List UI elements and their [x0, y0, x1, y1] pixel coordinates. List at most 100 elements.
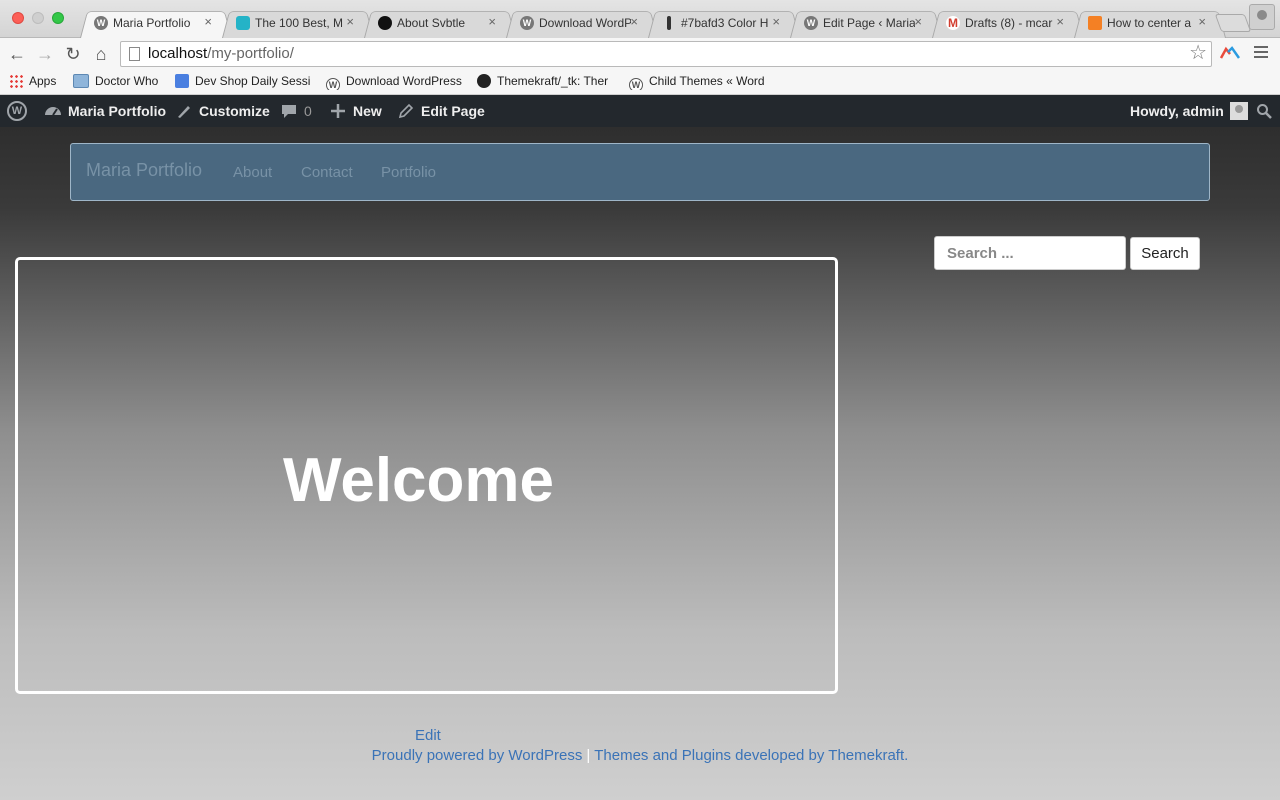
search-button[interactable]: Search [1130, 237, 1200, 270]
profile-button[interactable] [1249, 4, 1275, 30]
wp-admin-bar: W Maria Portfolio Customize 0 New Edit P… [0, 95, 1280, 127]
folder-icon [73, 74, 89, 88]
adminbar-customize[interactable]: Customize [175, 95, 270, 127]
bookmark-label: Download WordPress [346, 74, 462, 88]
browser-toolbar: ← → ↻ ⌂ localhost/my-portfolio/ ☆ [0, 38, 1280, 70]
adminbar-site-name[interactable]: Maria Portfolio [44, 95, 166, 127]
howdy-label: Howdy, admin [1130, 103, 1224, 119]
browser-tab-strip: W Maria Portfolio × The 100 Best, M × Ab… [0, 0, 1280, 38]
page-content: Maria Portfolio About Contact Portfolio … [0, 127, 1280, 800]
close-tab-icon[interactable]: × [914, 14, 922, 29]
browser-tab[interactable]: #7bafd3 Color H × [648, 8, 800, 38]
bookmark-item[interactable]: Themekraft/_tk: Ther [477, 74, 611, 90]
address-bar[interactable]: localhost/my-portfolio/ ☆ [120, 41, 1212, 67]
tab-title: About Svbtle [397, 16, 466, 30]
site-navbar: Maria Portfolio About Contact Portfolio [70, 143, 1210, 201]
close-tab-icon[interactable]: × [630, 14, 638, 29]
nav-link-portfolio[interactable]: Portfolio [381, 164, 436, 181]
adminbar-new[interactable]: New [329, 95, 382, 127]
close-tab-icon[interactable]: × [204, 14, 212, 29]
minimize-window-button[interactable] [32, 12, 44, 24]
bookmark-star-icon[interactable]: ☆ [1189, 41, 1207, 65]
apps-grid-icon [9, 74, 23, 88]
bookmark-item[interactable]: W Download WordPress [326, 74, 462, 90]
wordpress-icon: W [804, 16, 818, 30]
wordpress-icon: W [629, 78, 643, 90]
doc-icon [175, 74, 189, 88]
close-tab-icon[interactable]: × [772, 14, 780, 29]
browser-tab[interactable]: W Download WordP × [506, 8, 658, 38]
edit-link[interactable]: Edit [415, 727, 441, 744]
wordpress-logo-icon[interactable]: W [7, 101, 27, 121]
new-tab-button[interactable] [1214, 14, 1252, 32]
nav-link-contact[interactable]: Contact [301, 164, 353, 181]
bookmark-label: Apps [29, 74, 57, 88]
browser-tab[interactable]: How to center a × [1074, 8, 1226, 38]
adminbar-edit-label: Edit Page [421, 103, 485, 119]
page-icon [129, 47, 140, 61]
nav-link-about[interactable]: About [233, 164, 272, 181]
tab-title: Maria Portfolio [113, 16, 191, 30]
svbtle-icon [378, 16, 392, 30]
stackoverflow-icon [1088, 16, 1102, 30]
wordpress-icon: W [520, 16, 534, 30]
bookmark-item[interactable]: Dev Shop Daily Sessi [175, 74, 310, 90]
bookmark-label: Themekraft/_tk: Ther [497, 74, 609, 88]
close-tab-icon[interactable]: × [1198, 14, 1206, 29]
bookmarks-bar: Apps Doctor Who Dev Shop Daily Sessi W Do… [0, 70, 1280, 95]
close-tab-icon[interactable]: × [1056, 14, 1064, 29]
extension-icon[interactable] [1220, 46, 1240, 60]
bookmark-folder[interactable]: Doctor Who [73, 74, 158, 90]
adminbar-site-label: Maria Portfolio [68, 103, 167, 119]
reload-icon[interactable]: ↻ [61, 42, 85, 66]
user-icon [1257, 10, 1267, 20]
hero-box: Welcome [15, 257, 838, 694]
wordpress-icon: W [94, 16, 108, 30]
tab-title: The 100 Best, M [255, 16, 344, 30]
plus-icon [331, 104, 345, 118]
tab-title: How to center a [1107, 16, 1192, 30]
browser-tab[interactable]: The 100 Best, M × [222, 8, 374, 38]
hero-title: Welcome [282, 446, 555, 515]
avatar [1229, 102, 1248, 120]
adminbar-comments[interactable]: 0 [280, 95, 312, 127]
themekraft-link[interactable]: Themes and Plugins developed by Themekra… [594, 747, 908, 764]
footer-separator: | [586, 747, 591, 764]
bookmark-label: Doctor Who [95, 74, 159, 88]
browser-tab[interactable]: W Edit Page ‹ Maria × [790, 8, 942, 38]
bookmark-label: Child Themes « Word [649, 74, 765, 88]
close-tab-icon[interactable]: × [346, 14, 354, 29]
home-icon[interactable]: ⌂ [89, 42, 113, 66]
tab-title: #7bafd3 Color H [681, 16, 769, 30]
browser-tab[interactable]: M Drafts (8) - mcar × [932, 8, 1084, 38]
menu-icon[interactable] [1254, 46, 1268, 60]
adminbar-edit-page[interactable]: Edit Page [397, 95, 485, 127]
close-window-button[interactable] [12, 12, 24, 24]
site-icon [236, 16, 250, 30]
tab-title: Drafts (8) - mcar [965, 16, 1053, 30]
comments-count: 0 [304, 103, 312, 119]
close-tab-icon[interactable]: × [488, 14, 496, 29]
maximize-window-button[interactable] [52, 12, 64, 24]
wordpress-icon: W [326, 78, 340, 90]
url-path: /my-portfolio/ [207, 45, 294, 62]
tab-title: Edit Page ‹ Maria [823, 16, 915, 30]
bookmark-item[interactable]: W Child Themes « Word [629, 74, 765, 90]
tab-title: Download WordP [539, 16, 631, 30]
dashboard-icon [45, 107, 61, 116]
bookmark-apps[interactable]: Apps [9, 74, 56, 90]
search-icon[interactable] [1256, 103, 1272, 119]
browser-tab[interactable]: About Svbtle × [364, 8, 516, 38]
back-icon[interactable]: ← [5, 42, 29, 66]
github-icon [477, 74, 491, 88]
search-input[interactable] [934, 236, 1126, 270]
powered-by-link[interactable]: Proudly powered by WordPress [372, 747, 583, 764]
gmail-icon: M [946, 16, 960, 30]
forward-icon[interactable]: → [33, 42, 57, 66]
browser-tab[interactable]: W Maria Portfolio × [80, 8, 232, 38]
adminbar-new-label: New [353, 103, 382, 119]
pencil-icon [398, 103, 414, 119]
adminbar-customize-label: Customize [199, 103, 270, 119]
site-brand-link[interactable]: Maria Portfolio [86, 160, 202, 181]
adminbar-account[interactable]: Howdy, admin [1130, 95, 1248, 127]
